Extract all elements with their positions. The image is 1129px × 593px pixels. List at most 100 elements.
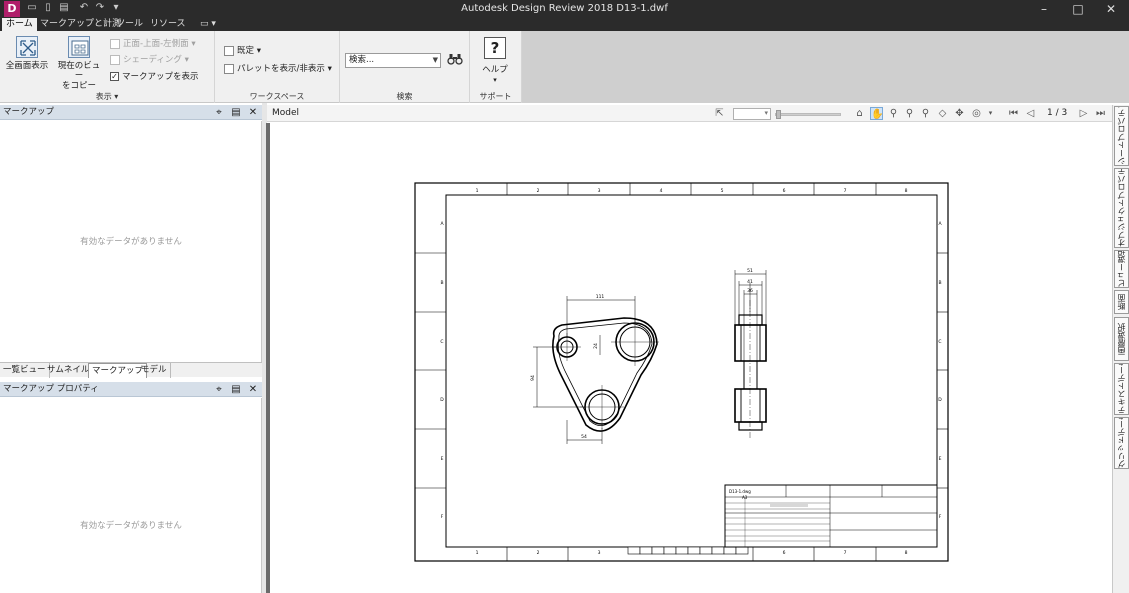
- zone-letter: B: [440, 280, 443, 286]
- help-icon[interactable]: ?: [484, 37, 506, 59]
- markup-empty-message: 有効なデータがありません: [80, 237, 182, 247]
- zone-number: 7: [844, 550, 847, 556]
- help-label: ヘルプ: [482, 65, 508, 75]
- tab-view-selection[interactable]: ビュー選択: [1114, 250, 1129, 288]
- slider-knob[interactable]: [776, 110, 781, 119]
- drawing-canvas[interactable]: 1 2 3 4 5 6 7 8 1 2 3 6 7 8 A B C D E F …: [270, 123, 1112, 593]
- fullscreen-label: 全画面表示: [5, 61, 49, 71]
- zone-letter: B: [938, 280, 941, 286]
- zone-number: 8: [905, 188, 908, 194]
- tab-section[interactable]: 断面: [1114, 290, 1129, 314]
- search-group-label: 検索: [396, 92, 413, 101]
- shading-dropdown[interactable]: シェーディング ▾: [110, 53, 189, 67]
- dimension-label: 36: [747, 288, 753, 294]
- zone-number: 8: [905, 550, 908, 556]
- zone-number: 1: [476, 188, 479, 194]
- tab-layer-selection[interactable]: 画層選択: [1114, 317, 1129, 361]
- close-panel-icon[interactable]: ✕: [247, 382, 259, 397]
- zone-number: 4: [660, 188, 663, 194]
- select-icon[interactable]: ⇱: [713, 107, 726, 120]
- zone-letter: F: [939, 514, 942, 520]
- close-icon[interactable]: ✕: [1093, 0, 1129, 18]
- model-tab[interactable]: Model: [272, 108, 299, 118]
- zoom-slider[interactable]: [775, 110, 841, 119]
- fullscreen-icon: [16, 36, 38, 58]
- zone-number: 6: [783, 188, 786, 194]
- dimension-label: 51: [747, 268, 753, 274]
- title-block-size: A3: [742, 495, 748, 500]
- close-panel-icon[interactable]: ✕: [247, 105, 259, 120]
- title-block-drawing-no: D13-1.dwg: [729, 489, 751, 494]
- zoom-extents-icon[interactable]: ⚲: [919, 107, 932, 120]
- chevron-down-icon[interactable]: ▼: [433, 54, 438, 67]
- markup-properties-empty-message: 有効なデータがありません: [80, 521, 182, 531]
- tab-list-view[interactable]: 一覧ビュー: [0, 363, 50, 378]
- walk-icon[interactable]: ✥: [953, 107, 966, 120]
- previous-page-icon[interactable]: ◁: [1024, 107, 1037, 120]
- view-group-label[interactable]: 表示 ▾: [0, 91, 214, 102]
- tab-tools[interactable]: ツール: [112, 18, 147, 31]
- markup-panel-header: マークアップ ⌖ ▤ ✕: [0, 105, 262, 120]
- pin-icon[interactable]: ⌖: [213, 105, 225, 120]
- sheet-outer-border: [414, 182, 949, 562]
- binoculars-icon[interactable]: [447, 52, 463, 68]
- window-title: Autodesk Design Review 2018 D13-1.dwf: [461, 3, 668, 14]
- tab-resources[interactable]: リソース: [146, 18, 190, 31]
- copy-view-label-2: をコピー: [61, 81, 96, 91]
- home-icon[interactable]: ⌂: [853, 107, 866, 120]
- show-markups-checkbox[interactable]: ✓ マークアップを表示: [110, 70, 199, 84]
- page-indicator[interactable]: 1 / 3: [1047, 108, 1067, 118]
- markup-properties-title: マークアップ プロパティ: [3, 384, 99, 394]
- support-group-label: サポート: [479, 92, 512, 101]
- last-page-icon[interactable]: ⏭: [1094, 107, 1107, 120]
- dimension-label: 24: [593, 343, 599, 349]
- panel-options-icon[interactable]: ▤: [230, 382, 242, 397]
- minimize-icon[interactable]: –: [1026, 0, 1062, 18]
- steering-wheel-icon[interactable]: ◎: [970, 107, 983, 120]
- views-dropdown[interactable]: 正面-上面-左側面 ▾: [110, 37, 196, 51]
- panel-splitter[interactable]: [262, 103, 271, 593]
- default-workspace-button[interactable]: 既定 ▾: [224, 44, 261, 58]
- zoom-window-icon[interactable]: ⚲: [903, 107, 916, 120]
- pin-icon[interactable]: ⌖: [213, 382, 225, 397]
- fullscreen-button[interactable]: 全画面表示: [3, 36, 51, 71]
- zone-number: 5: [721, 188, 724, 194]
- tab-model[interactable]: モデル: [138, 363, 171, 378]
- steering-dropdown-icon[interactable]: ▾: [984, 107, 997, 120]
- dimension-label: 54: [581, 434, 587, 440]
- markup-properties-header: マークアップ プロパティ ⌖ ▤ ✕: [0, 382, 262, 397]
- palette-toggle-button[interactable]: パレットを表示/非表示 ▾: [224, 62, 332, 76]
- video-icon[interactable]: ▭ ▾: [196, 18, 220, 31]
- zone-number: 7: [844, 188, 847, 194]
- tab-thumbnails[interactable]: サムネイル: [44, 363, 94, 378]
- zone-letter: C: [440, 339, 443, 345]
- zoom-icon[interactable]: ⚲: [887, 107, 900, 120]
- zone-letter: E: [939, 456, 942, 462]
- copy-view-button[interactable]: 現在のビュー をコピー: [55, 36, 103, 91]
- dimension-label: 94: [530, 375, 536, 381]
- search-input[interactable]: 検索... ▼: [345, 53, 441, 68]
- tab-text-data[interactable]: テキストデータ: [1114, 363, 1129, 415]
- panel-options-icon[interactable]: ▤: [230, 105, 242, 120]
- next-page-icon[interactable]: ▷: [1077, 107, 1090, 120]
- markup-properties-body: 有効なデータがありません: [0, 398, 262, 593]
- zone-number: 3: [598, 550, 601, 556]
- maximize-icon[interactable]: □: [1060, 0, 1096, 18]
- zone-letter: F: [441, 514, 444, 520]
- dimension-label: 111: [596, 294, 605, 300]
- orbit-icon[interactable]: ◇: [936, 107, 949, 120]
- tab-home[interactable]: ホーム: [2, 18, 37, 31]
- tab-object-properties[interactable]: オブジェクトプロパティ: [1114, 168, 1129, 248]
- first-page-icon[interactable]: ⏮: [1007, 107, 1020, 120]
- pan-icon[interactable]: ✋: [870, 107, 883, 120]
- cube-icon: [110, 38, 120, 49]
- workspace-group-label: ワークスペース: [249, 92, 305, 101]
- tab-grid-data[interactable]: グリッドデータ: [1114, 417, 1129, 469]
- ribbon: 全画面表示 現在のビュー をコピー 正面-上面-左側面 ▾ シェーディング ▾ …: [0, 31, 1129, 103]
- help-button[interactable]: ヘルプ ▾: [476, 63, 514, 85]
- copy-view-icon: [68, 36, 90, 58]
- tab-sheet-properties[interactable]: シートプロパティ: [1114, 106, 1129, 166]
- zoom-level-box[interactable]: ▾: [733, 108, 771, 120]
- zone-number: 3: [598, 188, 601, 194]
- ribbon-tabs: ホーム マークアップと計測 ツール リソース ▭ ▾: [0, 18, 1129, 31]
